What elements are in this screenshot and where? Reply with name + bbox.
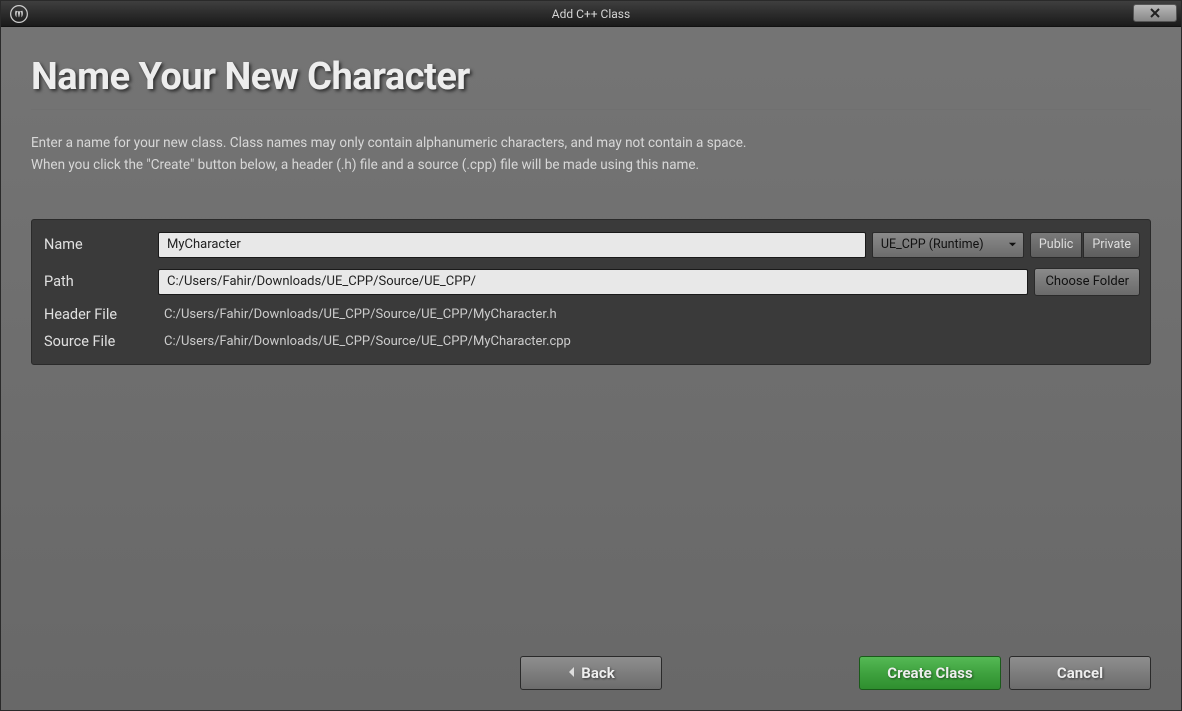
header-file-value: C:/Users/Fahir/Downloads/UE_CPP/Source/U… <box>158 307 557 322</box>
private-button[interactable]: Private <box>1083 232 1140 258</box>
cancel-button[interactable]: Cancel <box>1009 656 1151 690</box>
public-button[interactable]: Public <box>1030 232 1082 258</box>
back-arrow-icon <box>567 664 577 682</box>
row-source-file: Source File C:/Users/Fahir/Downloads/UE_… <box>42 333 1140 350</box>
chevron-down-icon <box>1008 240 1017 249</box>
unreal-logo-icon <box>7 2 31 26</box>
divider <box>31 109 1151 110</box>
close-icon <box>1149 8 1161 18</box>
description: Enter a name for your new class. Class n… <box>31 132 1151 177</box>
name-label: Name <box>42 236 152 253</box>
create-class-button[interactable]: Create Class <box>859 656 1001 690</box>
window-title: Add C++ Class <box>552 7 630 21</box>
close-button[interactable] <box>1133 4 1177 22</box>
add-class-dialog: Add C++ Class Name Your New Character En… <box>0 0 1182 711</box>
titlebar: Add C++ Class <box>1 1 1181 27</box>
module-dropdown[interactable]: UE_CPP (Runtime) <box>872 232 1024 258</box>
description-line: Enter a name for your new class. Class n… <box>31 132 1151 154</box>
source-file-value: C:/Users/Fahir/Downloads/UE_CPP/Source/U… <box>158 334 571 349</box>
dialog-content: Name Your New Character Enter a name for… <box>1 27 1181 710</box>
form-panel: Name UE_CPP (Runtime) Public Private Pat… <box>31 219 1151 365</box>
choose-folder-button[interactable]: Choose Folder <box>1034 268 1140 296</box>
page-title: Name Your New Character <box>31 55 1151 99</box>
name-input[interactable] <box>158 232 866 258</box>
row-header-file: Header File C:/Users/Fahir/Downloads/UE_… <box>42 306 1140 323</box>
path-label: Path <box>42 273 152 290</box>
source-file-label: Source File <box>42 333 152 350</box>
header-file-label: Header File <box>42 306 152 323</box>
description-line: When you click the "Create" button below… <box>31 154 1151 176</box>
module-dropdown-label: UE_CPP (Runtime) <box>881 237 984 252</box>
row-name: Name UE_CPP (Runtime) Public Private <box>42 232 1140 258</box>
back-button[interactable]: Back <box>520 656 662 690</box>
visibility-toggle: Public Private <box>1030 232 1140 258</box>
path-input[interactable] <box>158 269 1028 295</box>
dialog-footer: Back Create Class Cancel <box>31 642 1151 690</box>
row-path: Path Choose Folder <box>42 268 1140 296</box>
